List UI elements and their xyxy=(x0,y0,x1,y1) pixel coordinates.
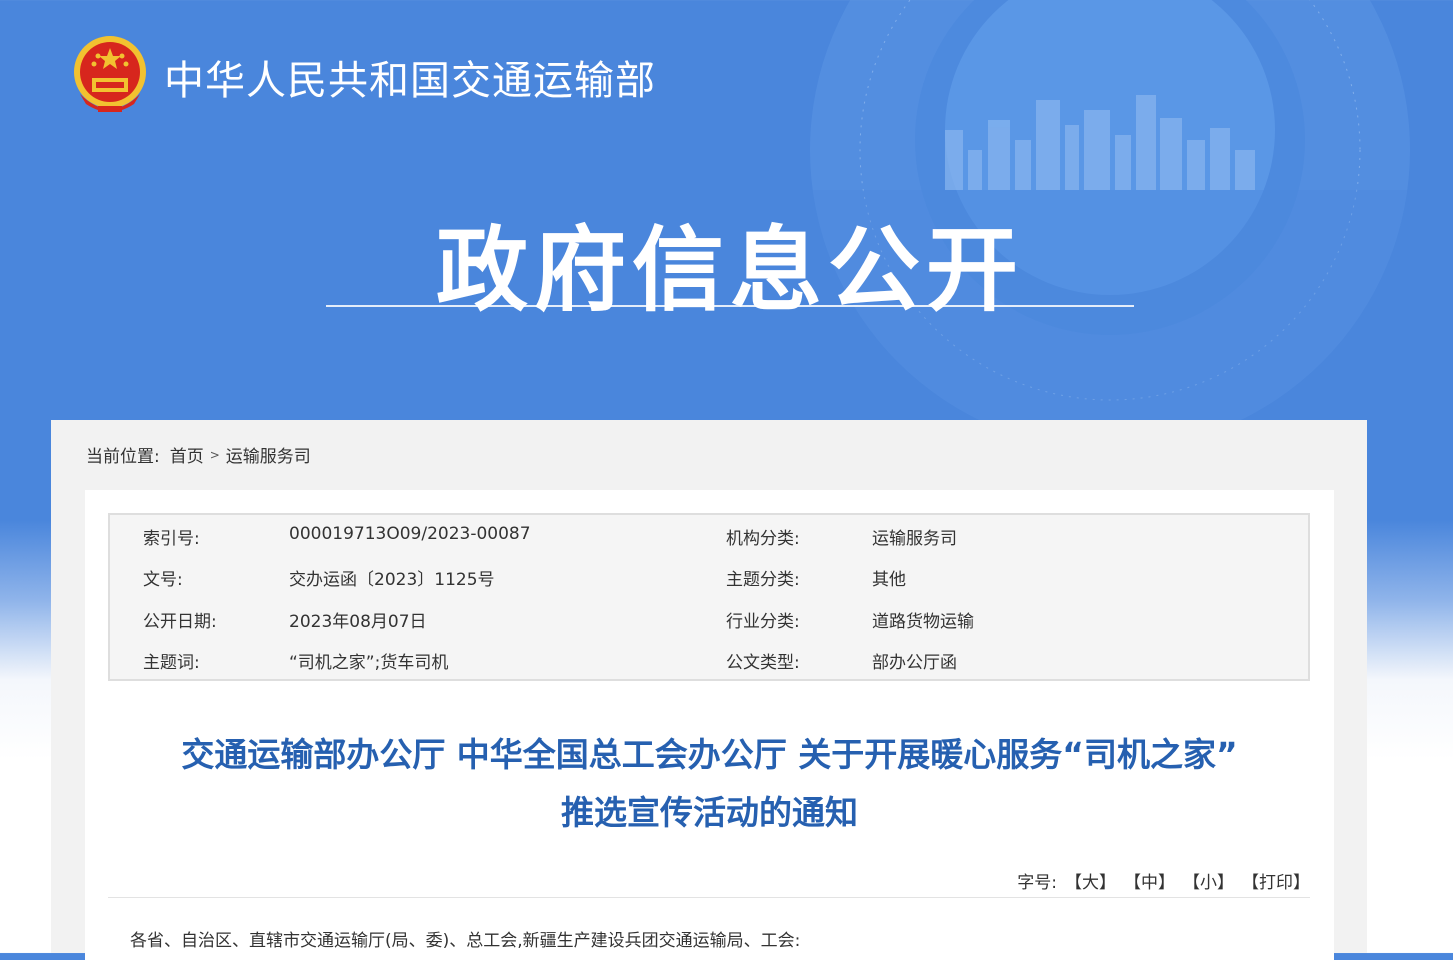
font-size-small-button[interactable]: 【小】 xyxy=(1183,868,1234,893)
national-emblem-icon xyxy=(74,36,146,112)
meta-value-topic: 其他 xyxy=(872,570,906,590)
meta-label-org: 机构分类: xyxy=(726,529,800,549)
breadcrumb-home-link[interactable]: 首页 xyxy=(170,442,204,467)
meta-label-industry: 行业分类: xyxy=(726,612,800,632)
breadcrumb-separator: > xyxy=(209,447,220,462)
breadcrumb-current-link[interactable]: 运输服务司 xyxy=(226,442,311,467)
meta-value-doctype: 部办公厅函 xyxy=(872,653,957,673)
title-underline xyxy=(326,305,1134,307)
meta-value-index: 000019713O09/2023-00087 xyxy=(289,524,531,544)
content-divider xyxy=(108,897,1310,898)
breadcrumb-prefix: 当前位置: xyxy=(86,447,160,467)
meta-label-doctype: 公文类型: xyxy=(726,653,800,673)
font-size-medium-button[interactable]: 【中】 xyxy=(1124,868,1175,893)
print-button[interactable]: 【打印】 xyxy=(1242,868,1310,893)
document-title-line2: 推选宣传活动的通知 xyxy=(561,793,858,832)
content-panel: 当前位置: 首页 > 运输服务司 索引号: 000019713O09/2023-… xyxy=(51,420,1367,960)
font-size-large-button[interactable]: 【大】 xyxy=(1065,868,1116,893)
meta-label-docno: 文号: xyxy=(143,570,183,590)
ministry-name: 中华人民共和国交通运输部 xyxy=(164,58,656,104)
meta-value-date: 2023年08月07日 xyxy=(289,612,427,632)
meta-value-org: 运输服务司 xyxy=(872,529,957,549)
document-title: 交通运输部办公厅 中华全国总工会办公厅 关于开展暖心服务“司机之家” 推选宣传活… xyxy=(85,726,1334,842)
meta-value-keywords: “司机之家”;货车司机 xyxy=(289,653,449,673)
breadcrumb: 当前位置: 首页 > 运输服务司 xyxy=(86,442,311,467)
meta-value-industry: 道路货物运输 xyxy=(872,612,974,632)
font-size-controls: 字号: 【大】 【中】 【小】 【打印】 xyxy=(1017,868,1310,893)
metadata-table: 索引号: 000019713O09/2023-00087 机构分类: 运输服务司… xyxy=(108,513,1310,681)
document-salutation: 各省、自治区、直辖市交通运输厅(局、委)、总工会,新疆生产建设兵团交通运输局、工… xyxy=(130,931,801,951)
document-title-line1: 交通运输部办公厅 中华全国总工会办公厅 关于开展暖心服务“司机之家” xyxy=(181,735,1238,774)
article-card: 索引号: 000019713O09/2023-00087 机构分类: 运输服务司… xyxy=(85,490,1334,960)
header-banner: 中华人民共和国交通运输部 政府信息公开 xyxy=(0,0,1453,420)
section-title: 政府信息公开 xyxy=(435,217,1024,324)
meta-label-keywords: 主题词: xyxy=(143,653,200,673)
meta-label-index: 索引号: xyxy=(143,529,200,549)
meta-label-topic: 主题分类: xyxy=(726,570,800,590)
meta-value-docno: 交办运函〔2023〕1125号 xyxy=(289,570,495,590)
font-size-label: 字号: xyxy=(1017,873,1057,893)
meta-label-date: 公开日期: xyxy=(143,612,217,632)
